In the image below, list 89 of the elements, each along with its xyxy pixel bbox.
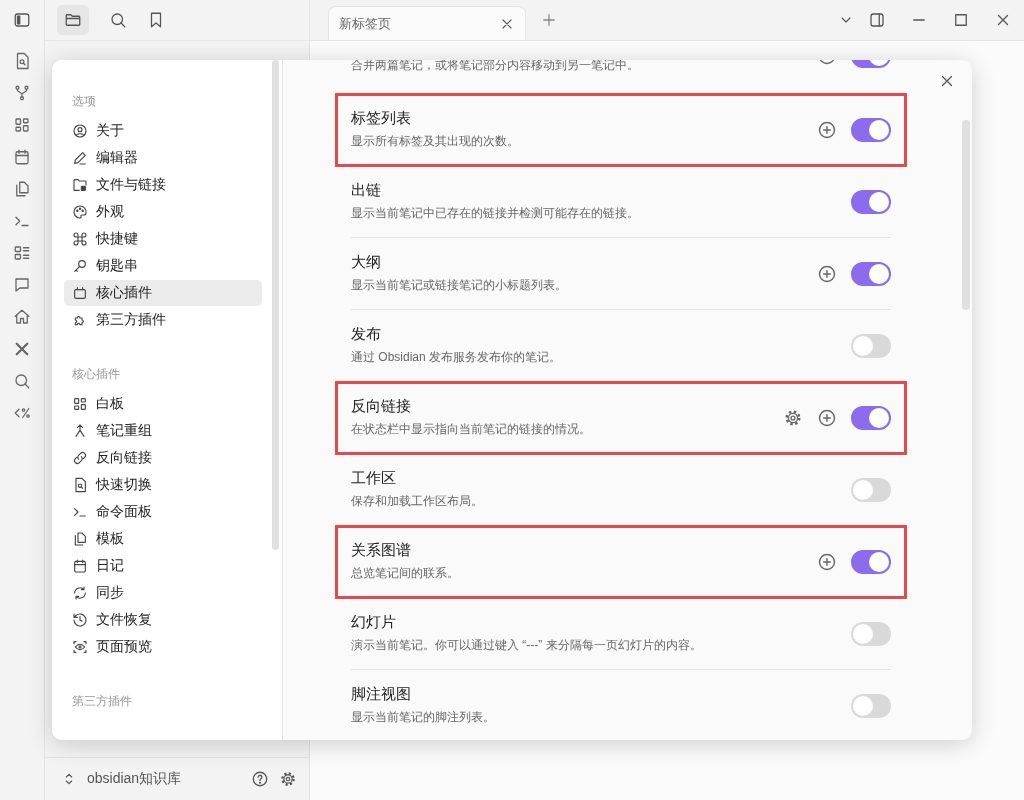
plugin-description: 显示当前笔记的脚注列表。 xyxy=(351,709,496,726)
add-hotkey-icon[interactable] xyxy=(817,551,837,572)
settings-nav-item[interactable]: 快速切换 xyxy=(64,472,262,498)
section-header: 核心插件 xyxy=(71,366,121,383)
plugin-description: 显示当前笔记或链接笔记的小标题列表。 xyxy=(351,277,568,294)
settings-nav-item[interactable]: 快捷键 xyxy=(64,226,262,252)
key-icon xyxy=(72,258,88,274)
toggle-switch[interactable] xyxy=(851,189,891,214)
settings-nav-item[interactable]: 命令面板 xyxy=(64,499,262,525)
toggle-switch[interactable] xyxy=(851,333,891,358)
sync-icon xyxy=(72,585,88,601)
plugin-title: 幻灯片 xyxy=(351,613,397,632)
file-search-icon xyxy=(72,477,88,493)
command-icon xyxy=(72,231,88,247)
settings-nav-item[interactable]: 白板 xyxy=(64,391,262,417)
scrollbar[interactable] xyxy=(962,120,970,310)
copy-icon[interactable] xyxy=(13,180,31,198)
section-header: 选项 xyxy=(71,93,97,110)
grid-icon xyxy=(72,396,88,412)
graph-icon[interactable] xyxy=(13,84,31,102)
calendar-icon[interactable] xyxy=(13,148,31,166)
toggle-switch[interactable] xyxy=(851,549,891,574)
folder-icon xyxy=(72,177,88,193)
settings-nav-item[interactable]: 页面预览 xyxy=(64,634,262,660)
search-icon[interactable] xyxy=(13,372,31,390)
toggle-switch[interactable] xyxy=(851,693,891,718)
add-hotkey-icon[interactable] xyxy=(817,119,837,140)
settings-nav-item[interactable]: 文件与链接 xyxy=(64,172,262,198)
list-icon[interactable] xyxy=(13,244,31,262)
settings-nav-item[interactable]: 第三方插件 xyxy=(64,307,262,333)
plugin-description: 显示所有标签及其出现的次数。 xyxy=(351,133,520,150)
toggle-switch[interactable] xyxy=(851,117,891,142)
settings-nav-item[interactable]: 笔记重组 xyxy=(64,418,262,444)
settings-nav-item[interactable]: 同步 xyxy=(64,580,262,606)
settings-nav-item[interactable]: 关于 xyxy=(64,118,262,144)
plugin-title: 大纲 xyxy=(351,253,382,272)
maximize-icon[interactable] xyxy=(952,11,970,29)
settings-icon[interactable] xyxy=(279,770,297,788)
plugin-description: 通过 Obsidian 发布服务发布你的笔记。 xyxy=(351,349,563,366)
section-header: 第三方插件 xyxy=(71,693,133,710)
plugin-title: 工作区 xyxy=(351,469,397,488)
history-icon xyxy=(72,612,88,628)
settings-nav-item[interactable]: 编辑器 xyxy=(64,145,262,171)
files-tab[interactable] xyxy=(57,5,89,35)
plugin-icon xyxy=(72,285,88,301)
eye-icon xyxy=(72,639,88,655)
palette-icon xyxy=(72,204,88,220)
scrollbar[interactable] xyxy=(272,60,279,550)
settings-nav-item[interactable]: 钥匙串 xyxy=(64,253,262,279)
pencil-icon xyxy=(72,150,88,166)
settings-nav-item[interactable]: 核心插件 xyxy=(64,280,262,306)
copy-icon xyxy=(72,531,88,547)
vault-name[interactable]: obsidian知识库 xyxy=(87,770,241,788)
right-sidebar-icon[interactable] xyxy=(868,11,886,29)
toggle-switch[interactable] xyxy=(851,261,891,286)
help-icon[interactable] xyxy=(251,770,269,788)
merge-arrow-icon xyxy=(72,423,88,439)
crossed-tools-icon[interactable] xyxy=(13,340,31,358)
settings-nav-item[interactable]: 反向链接 xyxy=(64,445,262,471)
plugin-description: 保存和加载工作区布局。 xyxy=(351,493,484,510)
folder-icon xyxy=(64,11,82,29)
add-hotkey-icon[interactable] xyxy=(817,263,837,284)
sidebar-toggle-icon[interactable] xyxy=(13,11,31,29)
plugin-description: 显示当前笔记中已存在的链接并检测可能存在的链接。 xyxy=(351,205,640,222)
plugin-title: 脚注视图 xyxy=(351,685,412,704)
home-icon[interactable] xyxy=(13,308,31,326)
plugin-title: 标签列表 xyxy=(351,109,412,128)
grid-icon[interactable] xyxy=(13,116,31,134)
link-icon xyxy=(72,450,88,466)
plugin-description: 总览笔记间的联系。 xyxy=(351,565,460,582)
toggle-switch[interactable] xyxy=(851,405,891,430)
tab[interactable]: 新标签页 xyxy=(328,6,526,40)
settings-nav-item[interactable]: 模板 xyxy=(64,526,262,552)
plugin-title: 关系图谱 xyxy=(351,541,412,560)
settings-nav-item[interactable]: 文件恢复 xyxy=(64,607,262,633)
plugin-title: 反向链接 xyxy=(351,397,412,416)
search-icon[interactable] xyxy=(109,11,127,29)
plugin-description: 在状态栏中显示指向当前笔记的链接的情况。 xyxy=(351,421,592,438)
user-circle-icon xyxy=(72,123,88,139)
plugin-description: 演示当前笔记。你可以通过键入 “---” 来分隔每一页幻灯片的内容。 xyxy=(351,637,703,654)
toggle-switch[interactable] xyxy=(851,477,891,502)
add-hotkey-icon[interactable] xyxy=(817,407,837,428)
chat-icon[interactable] xyxy=(13,276,31,294)
toggle-switch[interactable] xyxy=(851,621,891,646)
settings-nav-item[interactable]: 日记 xyxy=(64,553,262,579)
plugin-title: 出链 xyxy=(351,181,382,200)
calendar-icon xyxy=(72,558,88,574)
settings-nav-item[interactable]: 外观 xyxy=(64,199,262,225)
plugin-title: 发布 xyxy=(351,325,382,344)
